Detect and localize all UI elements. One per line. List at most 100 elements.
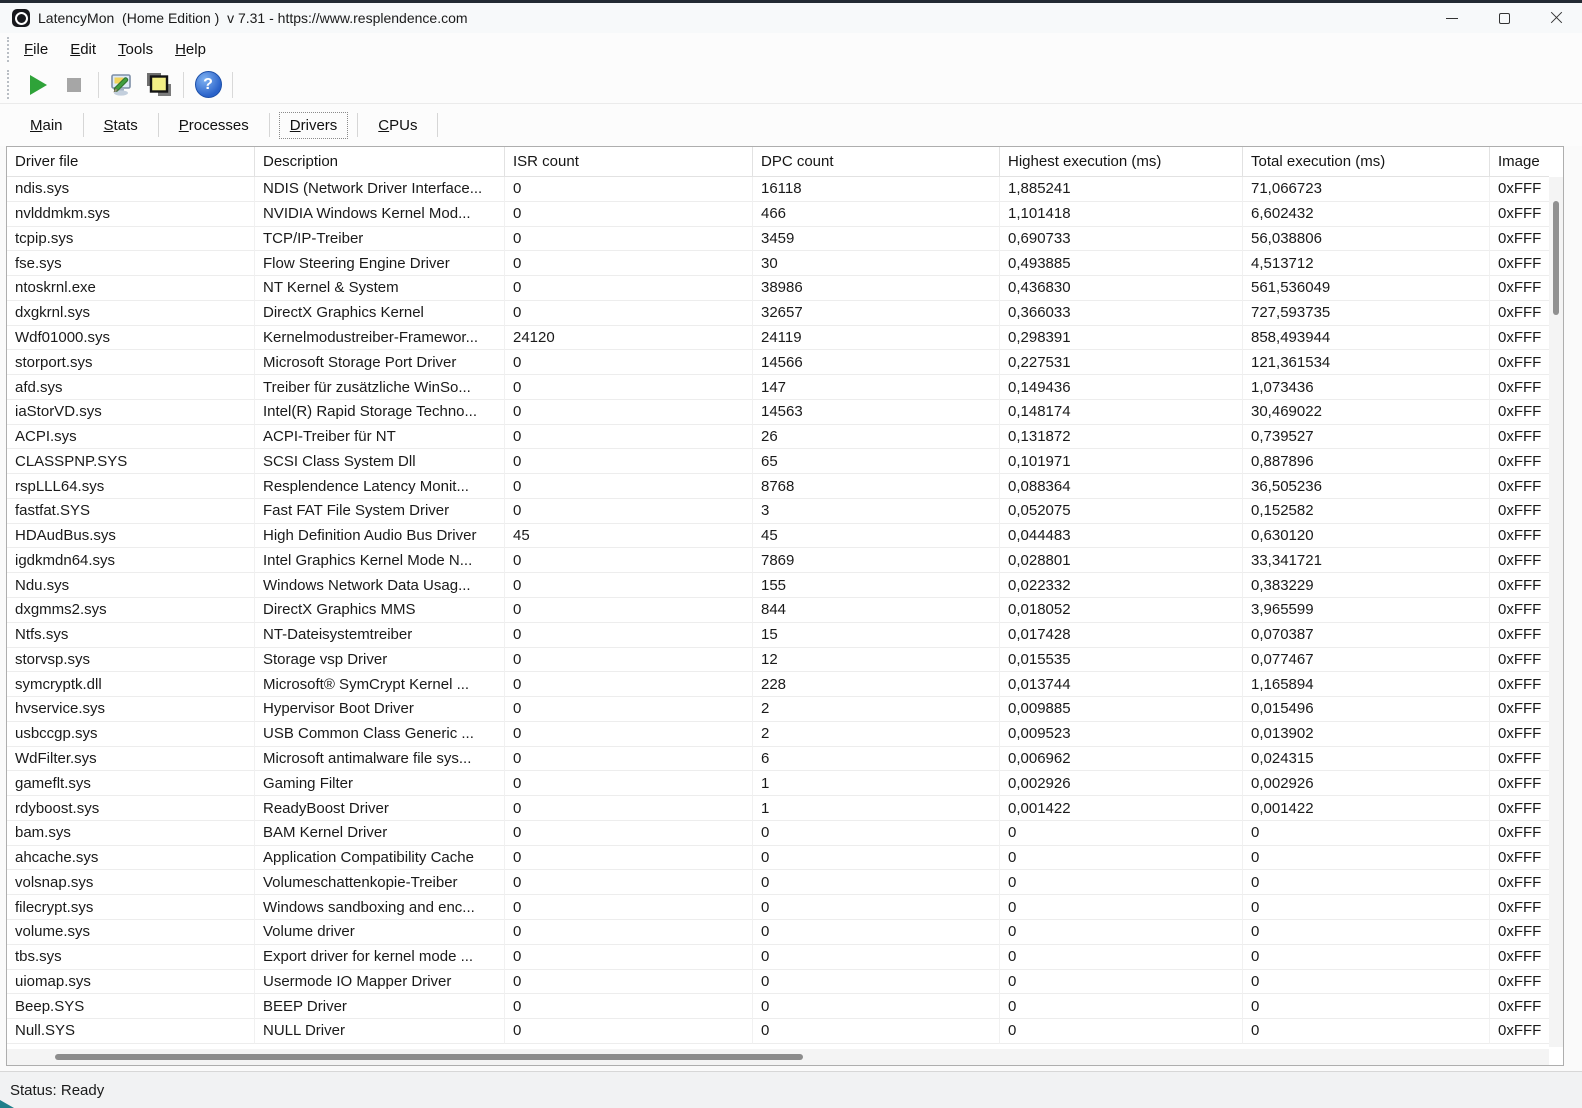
cell-highest-execution: 0 bbox=[1000, 945, 1243, 970]
tab-drivers[interactable]: Drivers bbox=[279, 112, 349, 139]
help-button[interactable]: ? bbox=[190, 70, 226, 100]
table-row[interactable]: tcpip.sysTCP/IP-Treiber034590,69073356,0… bbox=[7, 227, 1549, 252]
table-row[interactable]: nvlddmkm.sysNVIDIA Windows Kernel Mod...… bbox=[7, 202, 1549, 227]
cell-image: 0xFFF bbox=[1490, 697, 1549, 722]
table-row[interactable]: symcryptk.dllMicrosoft® SymCrypt Kernel … bbox=[7, 672, 1549, 697]
table-row[interactable]: ndis.sysNDIS (Network Driver Interface..… bbox=[7, 177, 1549, 202]
vertical-scrollbar-thumb[interactable] bbox=[1553, 201, 1559, 315]
cell-isr-count: 45 bbox=[505, 524, 753, 549]
table-row[interactable]: storvsp.sysStorage vsp Driver0120,015535… bbox=[7, 648, 1549, 673]
table-row[interactable]: Null.SYSNULL Driver00000xFFF bbox=[7, 1019, 1549, 1044]
horizontal-scrollbar-thumb[interactable] bbox=[55, 1054, 803, 1060]
table-row[interactable]: dxgmms2.sysDirectX Graphics MMS08440,018… bbox=[7, 598, 1549, 623]
table-row[interactable]: usbccgp.sysUSB Common Class Generic ...0… bbox=[7, 722, 1549, 747]
menu-help[interactable]: Help bbox=[165, 37, 216, 62]
cell-driver-file: volume.sys bbox=[7, 920, 255, 945]
table-row[interactable]: iaStorVD.sysIntel(R) Rapid Storage Techn… bbox=[7, 400, 1549, 425]
column-header-image[interactable]: Image bbox=[1490, 147, 1549, 177]
cell-driver-file: fastfat.SYS bbox=[7, 499, 255, 524]
table-row[interactable]: ahcache.sysApplication Compatibility Cac… bbox=[7, 846, 1549, 871]
cell-description: NDIS (Network Driver Interface... bbox=[255, 177, 505, 202]
cell-image: 0xFFF bbox=[1490, 202, 1549, 227]
cell-description: Intel(R) Rapid Storage Techno... bbox=[255, 400, 505, 425]
table-row[interactable]: Ndu.sysWindows Network Data Usag...01550… bbox=[7, 573, 1549, 598]
cell-highest-execution: 0 bbox=[1000, 870, 1243, 895]
cell-highest-execution: 0,436830 bbox=[1000, 276, 1243, 301]
table-row[interactable]: gameflt.sysGaming Filter010,0029260,0029… bbox=[7, 771, 1549, 796]
cell-total-execution: 0,152582 bbox=[1243, 499, 1490, 524]
cell-highest-execution: 0 bbox=[1000, 846, 1243, 871]
table-row[interactable]: tbs.sysExport driver for kernel mode ...… bbox=[7, 945, 1549, 970]
tab-separator bbox=[357, 113, 358, 137]
stop-monitor-button[interactable] bbox=[56, 70, 92, 100]
table-row[interactable]: igdkmdn64.sysIntel Graphics Kernel Mode … bbox=[7, 548, 1549, 573]
table-row[interactable]: ntoskrnl.exeNT Kernel & System0389860,43… bbox=[7, 276, 1549, 301]
column-header-dpc-count[interactable]: DPC count bbox=[753, 147, 1000, 177]
cell-driver-file: tbs.sys bbox=[7, 945, 255, 970]
cell-highest-execution: 0 bbox=[1000, 895, 1243, 920]
tab-cpus[interactable]: CPUs bbox=[367, 112, 428, 139]
table-row[interactable]: CLASSPNP.SYSSCSI Class System Dll0650,10… bbox=[7, 449, 1549, 474]
column-header-description[interactable]: Description bbox=[255, 147, 505, 177]
menu-file[interactable]: File bbox=[14, 37, 58, 62]
column-header-driver-file[interactable]: Driver file bbox=[7, 147, 255, 177]
table-row[interactable]: WdFilter.sysMicrosoft antimalware file s… bbox=[7, 747, 1549, 772]
table-row[interactable]: HDAudBus.sysHigh Definition Audio Bus Dr… bbox=[7, 524, 1549, 549]
table-row[interactable]: fastfat.SYSFast FAT File System Driver03… bbox=[7, 499, 1549, 524]
column-header-isr-count[interactable]: ISR count bbox=[505, 147, 753, 177]
start-monitor-button[interactable] bbox=[20, 70, 56, 100]
table-row[interactable]: filecrypt.sysWindows sandboxing and enc.… bbox=[7, 895, 1549, 920]
cell-description: Hypervisor Boot Driver bbox=[255, 697, 505, 722]
table-row[interactable]: hvservice.sysHypervisor Boot Driver020,0… bbox=[7, 697, 1549, 722]
close-button[interactable] bbox=[1530, 3, 1582, 33]
menu-edit[interactable]: Edit bbox=[60, 37, 106, 62]
cell-isr-count: 0 bbox=[505, 202, 753, 227]
report-button[interactable] bbox=[141, 70, 177, 100]
cell-description: NVIDIA Windows Kernel Mod... bbox=[255, 202, 505, 227]
cell-image: 0xFFF bbox=[1490, 870, 1549, 895]
cell-highest-execution: 1,101418 bbox=[1000, 202, 1243, 227]
cell-description: Application Compatibility Cache bbox=[255, 846, 505, 871]
horizontal-scrollbar[interactable] bbox=[7, 1049, 1549, 1065]
minimize-button[interactable] bbox=[1426, 3, 1478, 33]
table-row[interactable]: Wdf01000.sysKernelmodustreiber-Framewor.… bbox=[7, 326, 1549, 351]
cell-dpc-count: 3 bbox=[753, 499, 1000, 524]
titlebar: LatencyMon (Home Edition ) v 7.31 - http… bbox=[0, 3, 1582, 33]
table-row[interactable]: afd.sysTreiber für zusätzliche WinSo...0… bbox=[7, 375, 1549, 400]
table-row[interactable]: uiomap.sysUsermode IO Mapper Driver00000… bbox=[7, 970, 1549, 995]
table-row[interactable]: volume.sysVolume driver00000xFFF bbox=[7, 920, 1549, 945]
cell-description: Treiber für zusätzliche WinSo... bbox=[255, 375, 505, 400]
table-row[interactable]: rspLLL64.sysResplendence Latency Monit..… bbox=[7, 474, 1549, 499]
table-row[interactable]: Ntfs.sysNT-Dateisystemtreiber0150,017428… bbox=[7, 623, 1549, 648]
cell-isr-count: 0 bbox=[505, 895, 753, 920]
table-row[interactable]: fse.sysFlow Steering Engine Driver0300,4… bbox=[7, 251, 1549, 276]
cell-isr-count: 0 bbox=[505, 697, 753, 722]
table-row[interactable]: ACPI.sysACPI-Treiber für NT0260,1318720,… bbox=[7, 425, 1549, 450]
cell-driver-file: filecrypt.sys bbox=[7, 895, 255, 920]
table-row[interactable]: storport.sysMicrosoft Storage Port Drive… bbox=[7, 350, 1549, 375]
cell-image: 0xFFF bbox=[1490, 771, 1549, 796]
maximize-button[interactable] bbox=[1478, 3, 1530, 33]
tab-processes[interactable]: Processes bbox=[168, 112, 260, 139]
cell-isr-count: 0 bbox=[505, 920, 753, 945]
menu-tools[interactable]: Tools bbox=[108, 37, 163, 62]
table-row[interactable]: dxgkrnl.sysDirectX Graphics Kernel032657… bbox=[7, 301, 1549, 326]
table-row[interactable]: volsnap.sysVolumeschattenkopie-Treiber00… bbox=[7, 870, 1549, 895]
column-header-total-execution[interactable]: Total execution (ms) bbox=[1243, 147, 1490, 177]
options-button[interactable] bbox=[105, 70, 141, 100]
cell-isr-count: 0 bbox=[505, 177, 753, 202]
cell-total-execution: 4,513712 bbox=[1243, 251, 1490, 276]
column-header-highest-execution[interactable]: Highest execution (ms) bbox=[1000, 147, 1243, 177]
cell-dpc-count: 228 bbox=[753, 672, 1000, 697]
cell-driver-file: storvsp.sys bbox=[7, 648, 255, 673]
table-row[interactable]: rdyboost.sysReadyBoost Driver010,0014220… bbox=[7, 796, 1549, 821]
cell-highest-execution: 0,148174 bbox=[1000, 400, 1243, 425]
cell-isr-count: 0 bbox=[505, 276, 753, 301]
cell-driver-file: fse.sys bbox=[7, 251, 255, 276]
tab-stats[interactable]: Stats bbox=[93, 112, 149, 139]
tab-main[interactable]: Main bbox=[19, 112, 74, 139]
table-row[interactable]: bam.sysBAM Kernel Driver00000xFFF bbox=[7, 821, 1549, 846]
cell-description: Flow Steering Engine Driver bbox=[255, 251, 505, 276]
vertical-scrollbar[interactable] bbox=[1549, 177, 1563, 1047]
table-row[interactable]: Beep.SYSBEEP Driver00000xFFF bbox=[7, 994, 1549, 1019]
